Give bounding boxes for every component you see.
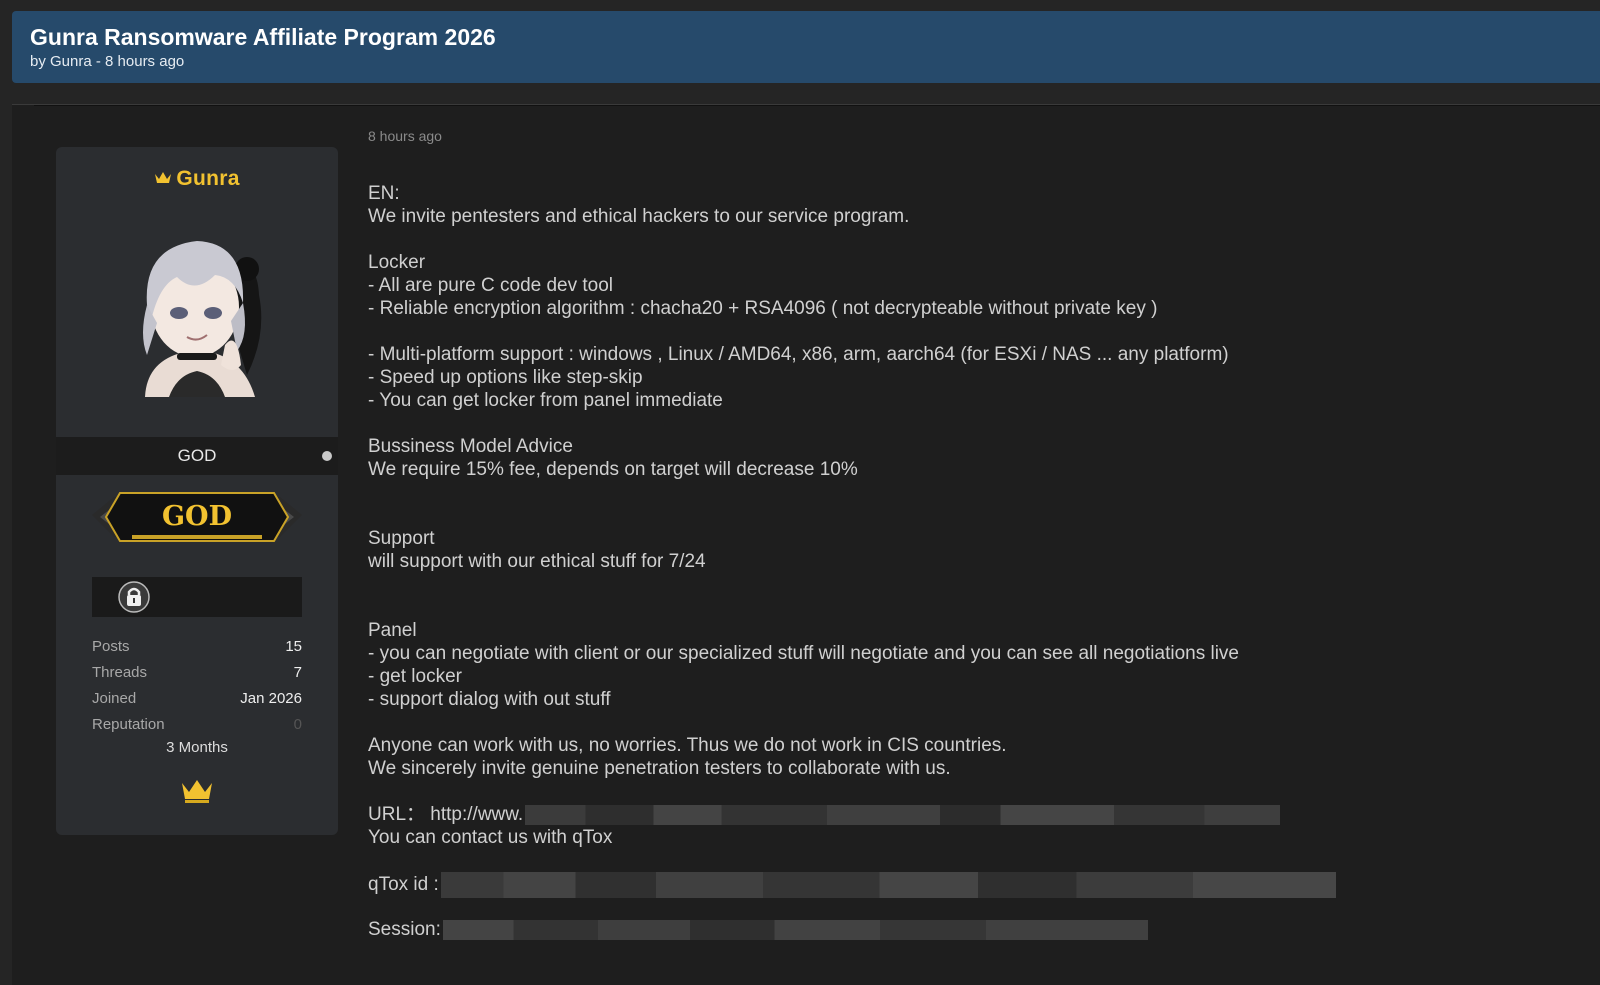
post-date: 8 hours ago xyxy=(368,128,442,144)
post-line: - All are pure C code dev tool xyxy=(368,275,614,296)
post-line xyxy=(368,895,1568,918)
post-line xyxy=(368,711,1568,734)
member-tenure: 3 Months xyxy=(166,739,228,756)
divider xyxy=(34,105,1600,106)
stat-row-posts: Posts 15 xyxy=(92,634,302,660)
stat-value[interactable]: 0 xyxy=(294,712,302,738)
stat-label: Joined xyxy=(92,690,137,707)
author-stats: Posts 15 Threads 7 Joined Jan 2026 Reput… xyxy=(92,634,302,738)
post-line: Anyone can work with us, no worries. Thu… xyxy=(368,735,1007,756)
post-line: We invite pentesters and ethical hackers… xyxy=(368,206,910,227)
post-line: Support xyxy=(368,528,435,549)
redacted-qtox-id xyxy=(440,872,1336,898)
post-line: Panel xyxy=(368,620,417,641)
post-line xyxy=(368,412,1568,435)
session-line: Session: xyxy=(368,918,1568,941)
post-line: You can contact us with qTox xyxy=(368,827,613,848)
post-line: will support with our ethical stuff for … xyxy=(368,551,706,572)
stat-value[interactable]: 15 xyxy=(285,634,302,660)
post-line: - Speed up options like step-skip xyxy=(368,367,643,388)
url-label[interactable]: URL： http://www. xyxy=(368,804,523,825)
post-line: - you can negotiate with client or our s… xyxy=(368,643,1240,664)
post-line xyxy=(368,573,1568,596)
post-line: Locker xyxy=(368,252,426,273)
post-line xyxy=(368,504,1568,527)
author-profile-card: Gunra GOD GOD Posts 15 Threads 7 Joined … xyxy=(56,147,338,835)
post-line: - You can get locker from panel immediat… xyxy=(368,390,723,411)
rank-bar: GOD xyxy=(56,437,338,475)
post-line xyxy=(368,596,1568,619)
author-username[interactable]: Gunra xyxy=(56,167,338,191)
thread-header: Gunra Ransomware Affiliate Program 2026 … xyxy=(12,11,1600,83)
stat-value: Jan 2026 xyxy=(240,690,302,707)
lock-award-icon[interactable] xyxy=(118,581,150,613)
stat-value[interactable]: 7 xyxy=(294,660,302,686)
post-line: - get locker xyxy=(368,666,462,687)
post-line: Bussiness Model Advice xyxy=(368,436,573,457)
post-line: We sincerely invite genuine penetration … xyxy=(368,758,951,779)
post-content: EN: We invite pentesters and ethical hac… xyxy=(368,182,1568,941)
online-status-dot xyxy=(322,451,332,461)
post-line: EN: xyxy=(368,183,400,204)
post-line xyxy=(368,780,1568,803)
post-line: - support dialog with out stuff xyxy=(368,689,611,710)
author-username-text: Gunra xyxy=(176,167,240,190)
post-line xyxy=(368,320,1568,343)
post-line: We require 15% fee, depends on target wi… xyxy=(368,459,858,480)
post-line xyxy=(368,849,1568,872)
crown-icon xyxy=(154,167,172,191)
session-label: Session: xyxy=(368,919,441,940)
stat-row-joined: Joined Jan 2026 xyxy=(92,686,302,712)
stat-row-threads: Threads 7 xyxy=(92,660,302,686)
redacted-session-id xyxy=(442,919,1148,940)
post-line: - Reliable encryption algorithm : chacha… xyxy=(368,298,1158,319)
url-line: URL： http://www. xyxy=(368,803,1568,826)
thread-byline: by Gunra - 8 hours ago xyxy=(30,53,185,70)
stat-label: Threads xyxy=(92,664,148,681)
post-container: Gunra GOD GOD Posts 15 Threads 7 Joined … xyxy=(12,104,1600,985)
god-badge-text: GOD xyxy=(162,501,232,532)
rank-label: GOD xyxy=(177,446,217,465)
stat-label: Posts xyxy=(92,638,130,655)
post-body: 8 hours ago EN: We invite pentesters and… xyxy=(368,127,1568,941)
awards-bar xyxy=(92,577,302,617)
redacted-url xyxy=(525,804,1281,825)
post-line xyxy=(368,228,1568,251)
stat-label: Reputation xyxy=(92,716,165,733)
crown-icon xyxy=(180,777,214,805)
author-avatar[interactable] xyxy=(117,225,277,397)
post-line: - Multi-platform support : windows , Lin… xyxy=(368,344,1229,365)
post-line xyxy=(368,481,1568,504)
qtox-line: qTox id : xyxy=(368,872,1568,898)
thread-title: Gunra Ransomware Affiliate Program 2026 xyxy=(30,24,496,50)
god-rank-badge: GOD xyxy=(92,487,302,547)
stat-row-reputation: Reputation 0 xyxy=(92,712,302,738)
qtox-label: qTox id : xyxy=(368,874,439,896)
